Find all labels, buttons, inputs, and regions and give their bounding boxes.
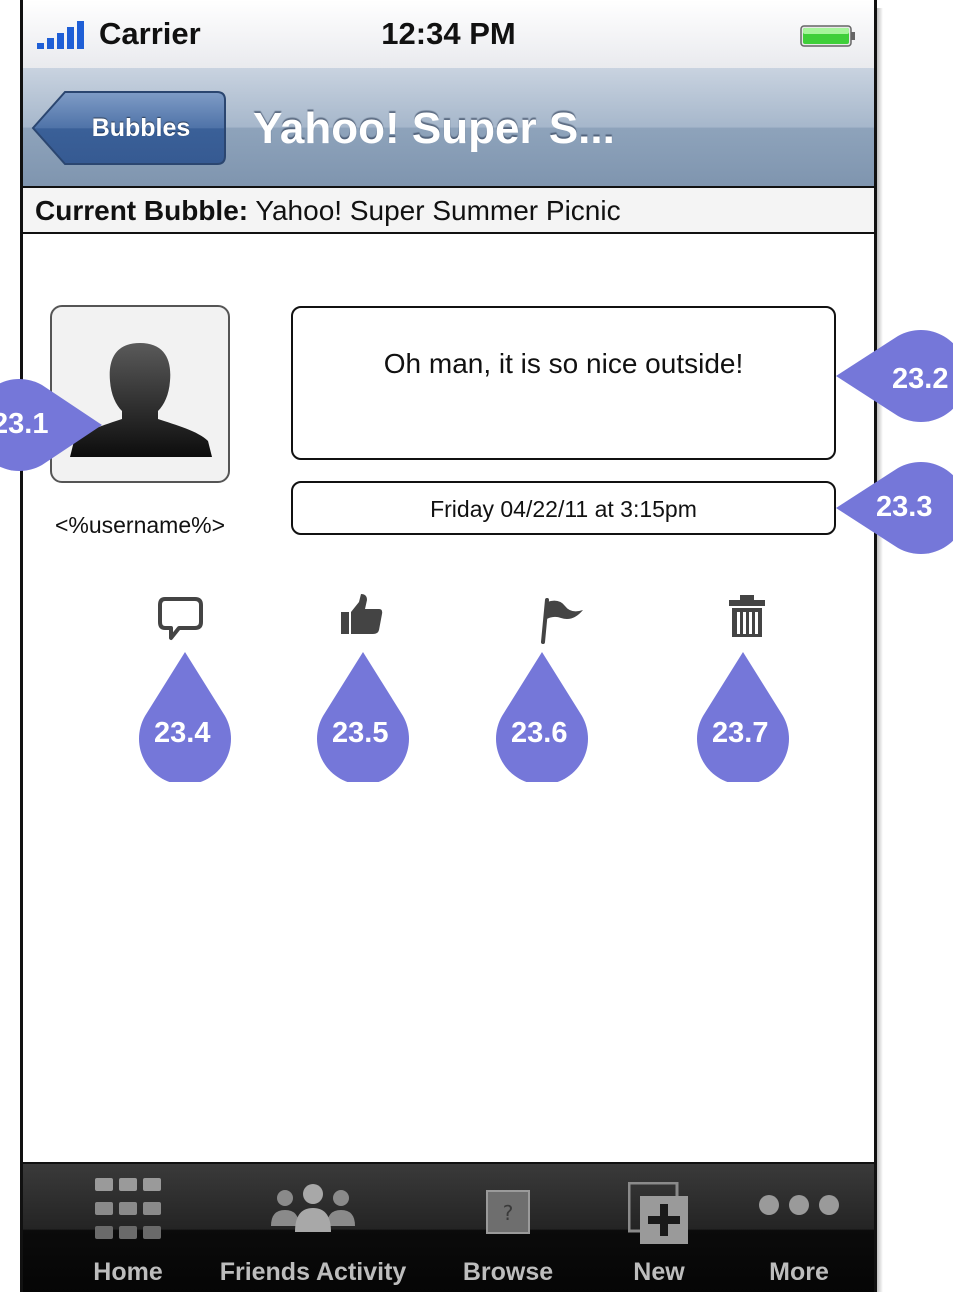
annotation-label-23-5: 23.5 (332, 717, 389, 749)
thumbs-up-icon[interactable] (339, 592, 385, 638)
status-bar: Carrier 12:34 PM (23, 0, 874, 69)
battery-icon (800, 25, 855, 47)
message-text: Oh man, it is so nice outside! (383, 348, 744, 379)
tab-more[interactable]: More (739, 1164, 859, 1292)
tab-browse-label: Browse (462, 1258, 554, 1286)
people-icon (271, 1184, 355, 1232)
status-time: 12:34 PM (381, 16, 516, 51)
browse-icon: ? (486, 1190, 530, 1234)
phone-shadow (877, 8, 883, 1292)
timestamp-text: Friday 04/22/11 at 3:15pm (430, 496, 697, 522)
tab-more-label: More (769, 1258, 829, 1286)
tab-friends-activity[interactable]: Friends Activity (213, 1164, 413, 1292)
annotation-label-23-3: 23.3 (876, 491, 933, 523)
tab-browse[interactable]: ? Browse (443, 1164, 573, 1292)
tab-new[interactable]: New (599, 1164, 719, 1292)
current-bubble-value: Yahoo! Super Summer Picnic (255, 195, 621, 226)
page-title: Yahoo! Super S... (253, 104, 615, 153)
tab-home[interactable]: Home (63, 1164, 193, 1292)
comment-icon[interactable] (157, 596, 207, 642)
flag-icon[interactable] (541, 596, 587, 644)
navigation-bar: Bubbles Yahoo! Super S... (23, 68, 874, 188)
back-button-label: Bubbles (91, 114, 191, 142)
back-button[interactable]: Bubbles (31, 90, 227, 166)
annotation-label-23-2: 23.2 (892, 363, 949, 395)
grid-icon (95, 1178, 161, 1239)
annotation-label-23-6: 23.6 (511, 717, 568, 749)
tab-friends-activity-label: Friends Activity (219, 1258, 407, 1286)
annotation-label-23-1: 23.1 (0, 408, 49, 440)
phone-screen: Carrier 12:34 PM Bubbles Yahoo! Super S.… (20, 0, 877, 1292)
annotation-label-23-7: 23.7 (712, 717, 769, 749)
annotation-label-23-4: 23.4 (154, 717, 211, 749)
tab-new-label: New (633, 1258, 685, 1286)
current-bubble-text: Current Bubble: Yahoo! Super Summer Picn… (35, 195, 621, 227)
tab-bar: Home Friends Activity ? Browse New More (23, 1162, 874, 1292)
trash-icon[interactable] (727, 594, 767, 638)
current-bubble-bar: Current Bubble: Yahoo! Super Summer Picn… (23, 186, 874, 234)
svg-text:?: ? (503, 1201, 514, 1225)
more-dots-icon (759, 1195, 839, 1215)
message-box: Oh man, it is so nice outside! (291, 306, 836, 460)
current-bubble-label: Current Bubble: (35, 195, 249, 226)
tab-home-label: Home (93, 1258, 163, 1286)
timestamp-box: Friday 04/22/11 at 3:15pm (291, 481, 836, 535)
new-plus-icon (628, 1182, 688, 1244)
username-label: <%username%> (54, 512, 226, 538)
